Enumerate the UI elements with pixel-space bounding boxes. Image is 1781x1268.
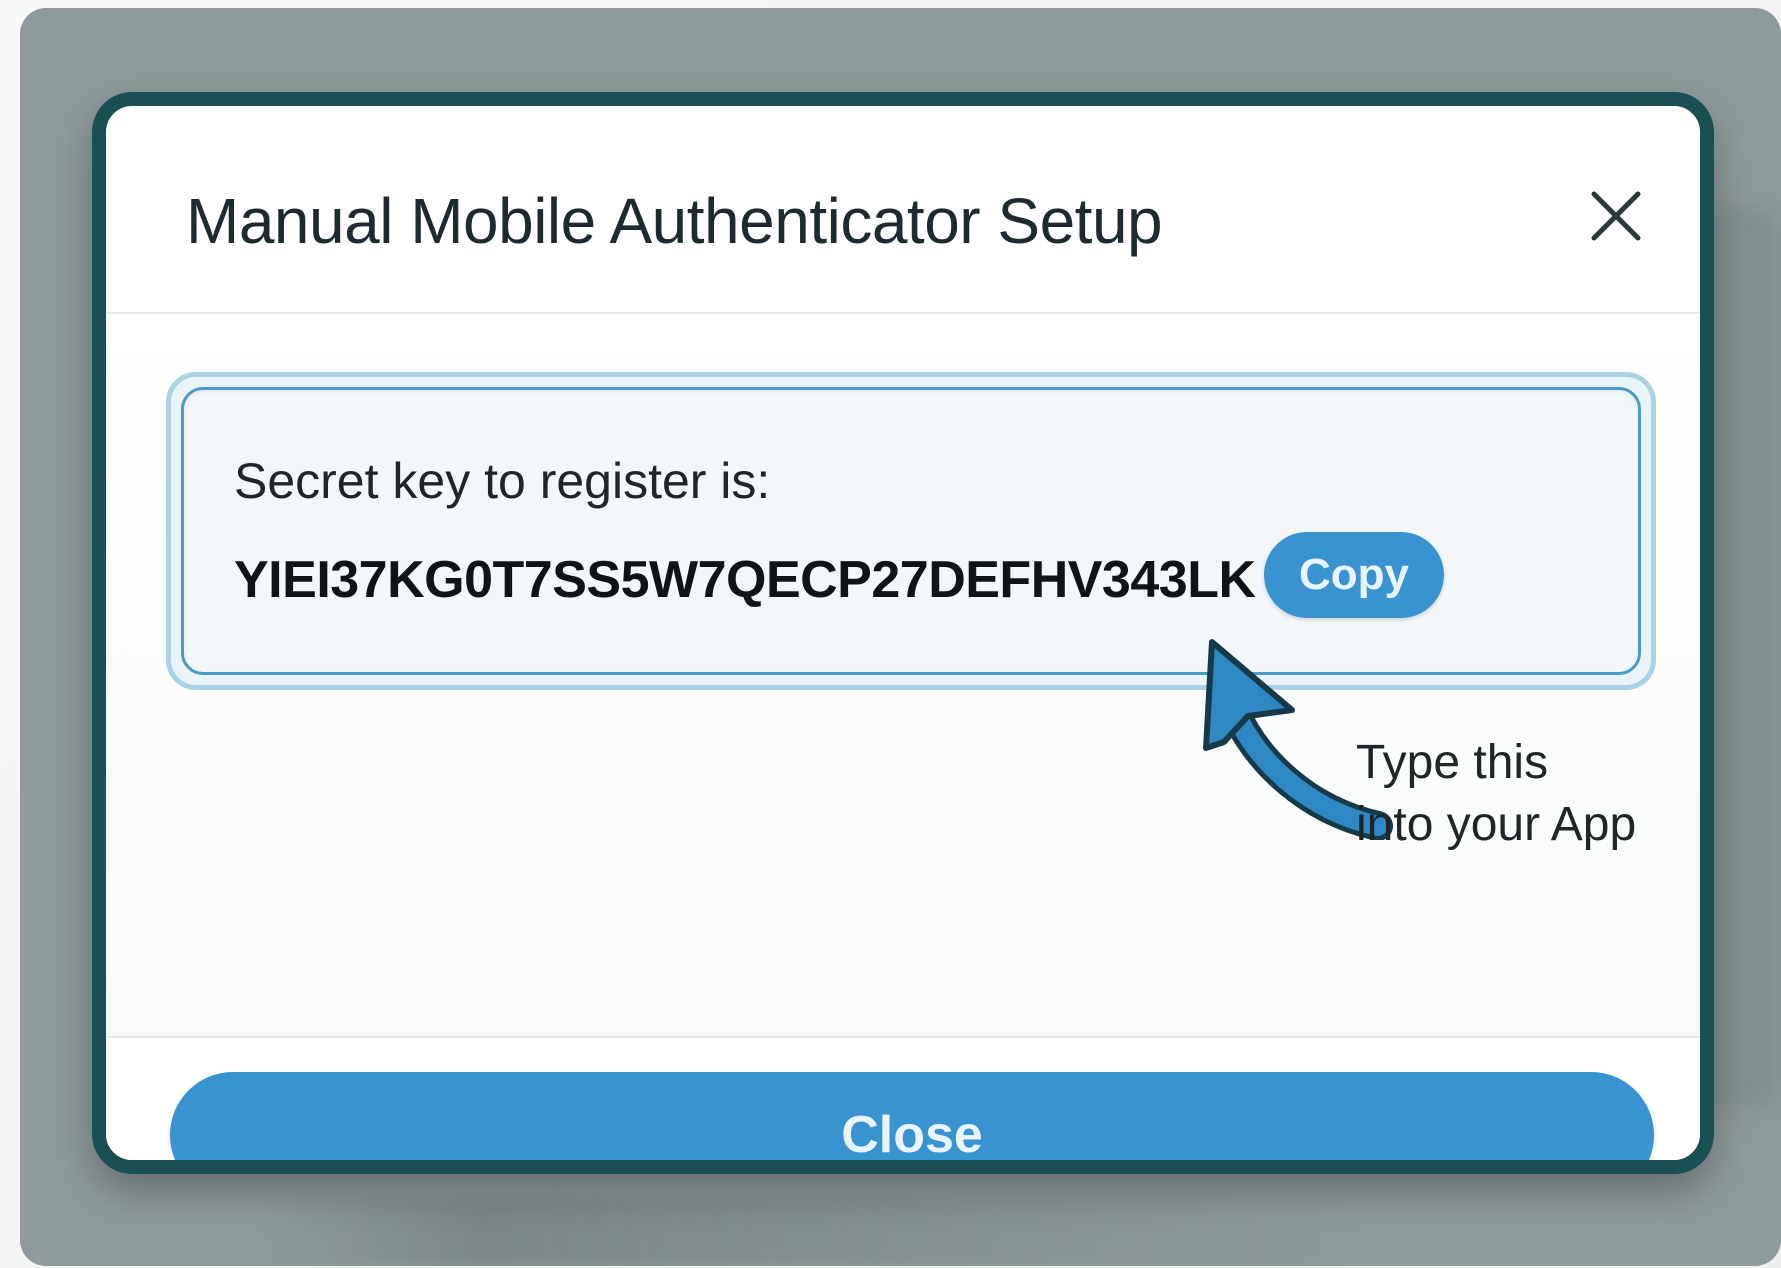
- hint-line-2: into your App: [1356, 798, 1637, 851]
- close-icon[interactable]: [1586, 186, 1646, 246]
- secret-key-panel: Secret key to register is: YIEI37KG0T7SS…: [166, 372, 1656, 690]
- hint-text: Type this into your App: [1356, 732, 1636, 856]
- authenticator-setup-dialog: Manual Mobile Authenticator Setup Secret…: [92, 92, 1714, 1174]
- hint-line-1: Type this: [1356, 736, 1549, 789]
- copy-button[interactable]: Copy: [1264, 532, 1444, 618]
- backdrop-blurred-content: [260, 1198, 1360, 1266]
- close-button[interactable]: Close: [170, 1072, 1654, 1160]
- secret-key-label: Secret key to register is:: [234, 453, 771, 509]
- dialog-body: Secret key to register is: YIEI37KG0T7SS…: [106, 314, 1700, 1036]
- dialog-header: Manual Mobile Authenticator Setup: [106, 106, 1700, 314]
- secret-key-value[interactable]: YIEI37KG0T7SS5W7QECP27DEFHV343LK: [234, 550, 1256, 610]
- dialog-title: Manual Mobile Authenticator Setup: [186, 185, 1163, 257]
- dialog-footer: Close: [106, 1036, 1700, 1160]
- secret-key-box: Secret key to register is: YIEI37KG0T7SS…: [181, 387, 1641, 675]
